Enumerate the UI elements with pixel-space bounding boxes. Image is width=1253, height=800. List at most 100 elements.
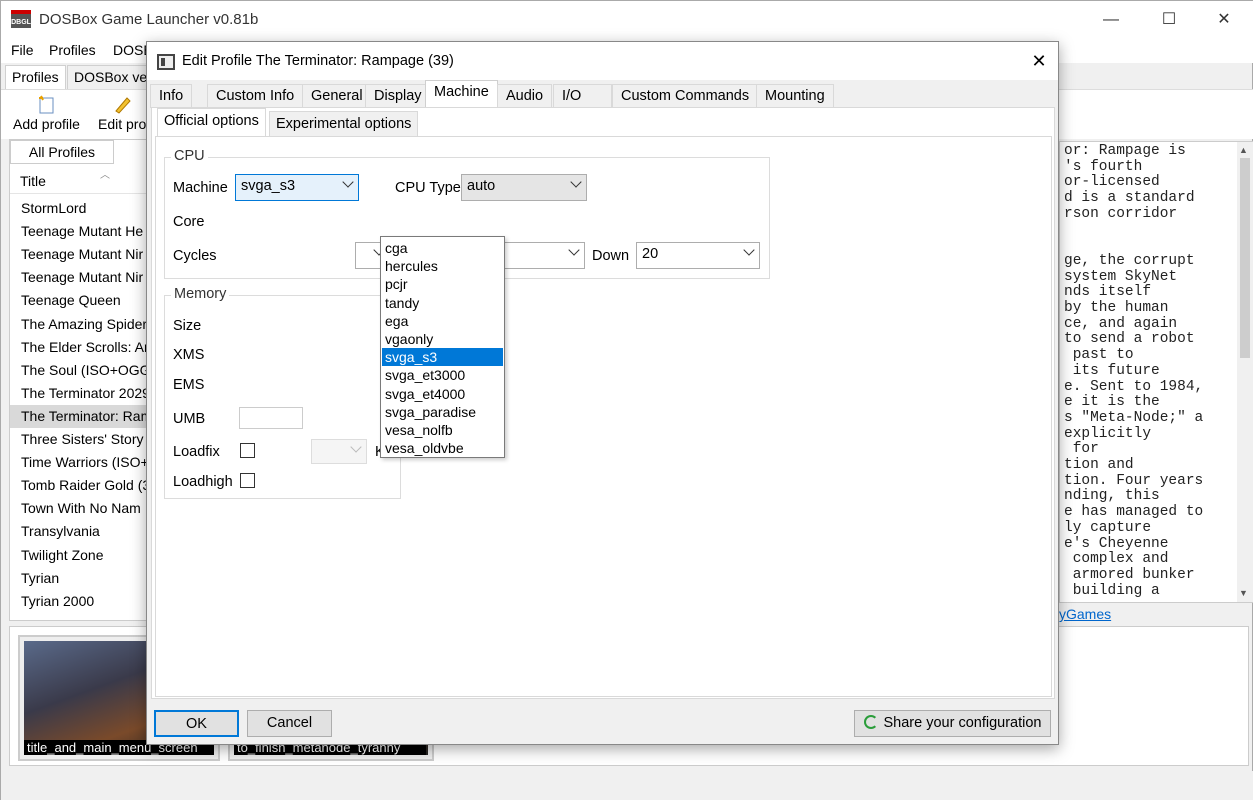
dialog-title-bar: Edit Profile The Terminator: Rampage (39…: [147, 42, 1058, 80]
maximize-icon[interactable]: ☐: [1146, 7, 1192, 33]
edit-profile-dialog: Edit Profile The Terminator: Rampage (39…: [146, 41, 1059, 745]
chevron-down-icon: [568, 244, 580, 256]
cpu-type-select-value: auto: [467, 178, 496, 194]
cycles-label: Cycles: [173, 248, 217, 264]
dropdown-option[interactable]: svga_et3000: [382, 366, 503, 384]
list-item[interactable]: StormLord: [10, 197, 150, 220]
add-profile-button[interactable]: Add profile: [13, 94, 80, 132]
machine-select[interactable]: svga_s3: [235, 174, 359, 201]
list-item[interactable]: The Elder Scrolls: Ar: [10, 336, 150, 359]
cycles-down-value: 20: [642, 246, 659, 262]
description-link[interactable]: yGames: [1059, 606, 1111, 622]
list-item[interactable]: Teenage Mutant Nir: [10, 243, 150, 266]
dropdown-option[interactable]: vesa_nolfb: [382, 421, 503, 439]
column-header-title[interactable]: Title ︿: [10, 168, 150, 194]
description-scrollbar[interactable]: ▲ ▼: [1237, 142, 1253, 602]
chevron-down-icon: [570, 176, 582, 188]
loadhigh-checkbox[interactable]: [240, 473, 255, 488]
close-icon[interactable]: ✕: [1024, 46, 1054, 76]
list-item[interactable]: Teenage Mutant He: [10, 220, 150, 243]
cpu-type-label: CPU Type: [395, 180, 461, 196]
dialog-window-icon: [157, 54, 175, 70]
tab-all-profiles[interactable]: All Profiles: [10, 140, 114, 164]
memory-group-title: Memory: [171, 286, 230, 302]
loadfix-label: Loadfix: [173, 444, 220, 460]
official-options-panel: CPU Machine svga_s3 CPU Type auto Core C…: [155, 136, 1052, 697]
tab-io[interactable]: I/O: [553, 84, 612, 108]
tab-general[interactable]: General: [302, 84, 372, 108]
xms-label: XMS: [173, 347, 205, 363]
tab-audio[interactable]: Audio: [497, 84, 553, 108]
dropdown-option[interactable]: ega: [382, 312, 503, 330]
core-label: Core: [173, 214, 205, 230]
tab-machine[interactable]: Machine: [425, 80, 498, 109]
list-item[interactable]: Tyrian 2000: [10, 590, 150, 613]
dropdown-option[interactable]: svga_s3: [382, 348, 503, 367]
list-item[interactable]: Twilight Zone: [10, 544, 150, 567]
edit-profile-button[interactable]: Edit pro: [98, 94, 146, 132]
dropdown-option[interactable]: cga: [382, 239, 503, 257]
scroll-thumb[interactable]: [1240, 158, 1250, 358]
cancel-button[interactable]: Cancel: [247, 710, 332, 737]
list-item[interactable]: Teenage Mutant Nir: [10, 266, 150, 289]
scroll-down-icon[interactable]: ▼: [1239, 588, 1248, 598]
tab-custom-commands[interactable]: Custom Commands: [612, 84, 759, 108]
list-item[interactable]: The Terminator: Ram: [10, 404, 150, 428]
close-icon[interactable]: ✕: [1201, 7, 1247, 33]
share-configuration-label: Share your configuration: [883, 715, 1042, 731]
description-text: or: Rampage is 's fourth or-licensed d i…: [1064, 143, 1204, 599]
menu-profiles[interactable]: Profiles: [49, 42, 96, 58]
list-item[interactable]: Tomb Raider Gold (3: [10, 474, 150, 497]
loadfix-size-select[interactable]: [311, 439, 367, 464]
tab-display[interactable]: Display: [365, 84, 431, 108]
machine-label: Machine: [173, 180, 228, 196]
dropdown-option[interactable]: vgaonly: [382, 330, 503, 348]
list-item[interactable]: Three Sisters' Story (: [10, 428, 150, 451]
dropdown-option[interactable]: hercules: [382, 257, 503, 275]
dropdown-option[interactable]: svga_et4000: [382, 385, 503, 403]
loadfix-checkbox[interactable]: [240, 443, 255, 458]
list-item[interactable]: Time Warriors (ISO+: [10, 451, 150, 474]
list-item[interactable]: Tyrian: [10, 567, 150, 590]
main-title-bar: DBGL DOSBox Game Launcher v0.81b — ☐ ✕: [1, 1, 1253, 39]
loadhigh-label: Loadhigh: [173, 474, 233, 490]
list-item[interactable]: The Soul (ISO+OGG): [10, 359, 150, 382]
minimize-icon[interactable]: —: [1088, 7, 1134, 33]
edit-profile-label: Edit pro: [98, 116, 147, 132]
list-item[interactable]: The Amazing Spider: [10, 313, 150, 336]
list-item[interactable]: The Terminator 2029: [10, 382, 150, 405]
ok-button[interactable]: OK: [154, 710, 239, 737]
chevron-down-icon: [743, 244, 755, 256]
cycles-down-select[interactable]: 20: [636, 242, 760, 269]
umb-label: UMB: [173, 411, 206, 427]
description-panel: or: Rampage is 's fourth or-licensed d i…: [1059, 141, 1253, 603]
list-item[interactable]: Town With No Nam: [10, 497, 150, 520]
machine-select-value: svga_s3: [241, 178, 296, 194]
tab-official-options[interactable]: Official options: [157, 108, 266, 137]
list-item[interactable]: Transylvania: [10, 520, 150, 543]
cpu-type-select[interactable]: auto: [461, 174, 587, 201]
status-strip: [1, 771, 1253, 800]
dropdown-option[interactable]: vesa_oldvbe: [382, 439, 503, 457]
menu-file[interactable]: File: [11, 42, 34, 58]
machine-tab-panel: Official options Experimental options CP…: [151, 107, 1055, 699]
memory-group: Memory Size XMS EMS UMB Loadfix KB Loadh…: [164, 286, 401, 499]
profiles-list-panel: All Profiles Title ︿ StormLord Teenage Mu…: [9, 139, 150, 621]
dropdown-option[interactable]: pcjr: [382, 275, 503, 293]
add-profile-label: Add profile: [13, 116, 80, 132]
dropdown-option[interactable]: svga_paradise: [382, 403, 503, 421]
down-label: Down: [592, 248, 630, 264]
memory-size-label: Size: [173, 318, 202, 334]
list-item[interactable]: Teenage Queen: [10, 289, 150, 312]
tab-profiles[interactable]: Profiles: [5, 65, 66, 89]
scroll-up-icon[interactable]: ▲: [1239, 145, 1248, 155]
dropdown-option[interactable]: tandy: [382, 294, 503, 312]
pencil-icon: [115, 97, 131, 114]
tab-mounting[interactable]: Mounting: [756, 84, 834, 108]
umb-select[interactable]: [239, 407, 303, 429]
ems-label: EMS: [173, 377, 205, 393]
tab-experimental-options[interactable]: Experimental options: [269, 111, 419, 136]
tab-info[interactable]: Info: [150, 84, 193, 108]
tab-custom-info[interactable]: Custom Info: [207, 84, 304, 108]
share-configuration-button[interactable]: Share your configuration: [854, 710, 1051, 737]
